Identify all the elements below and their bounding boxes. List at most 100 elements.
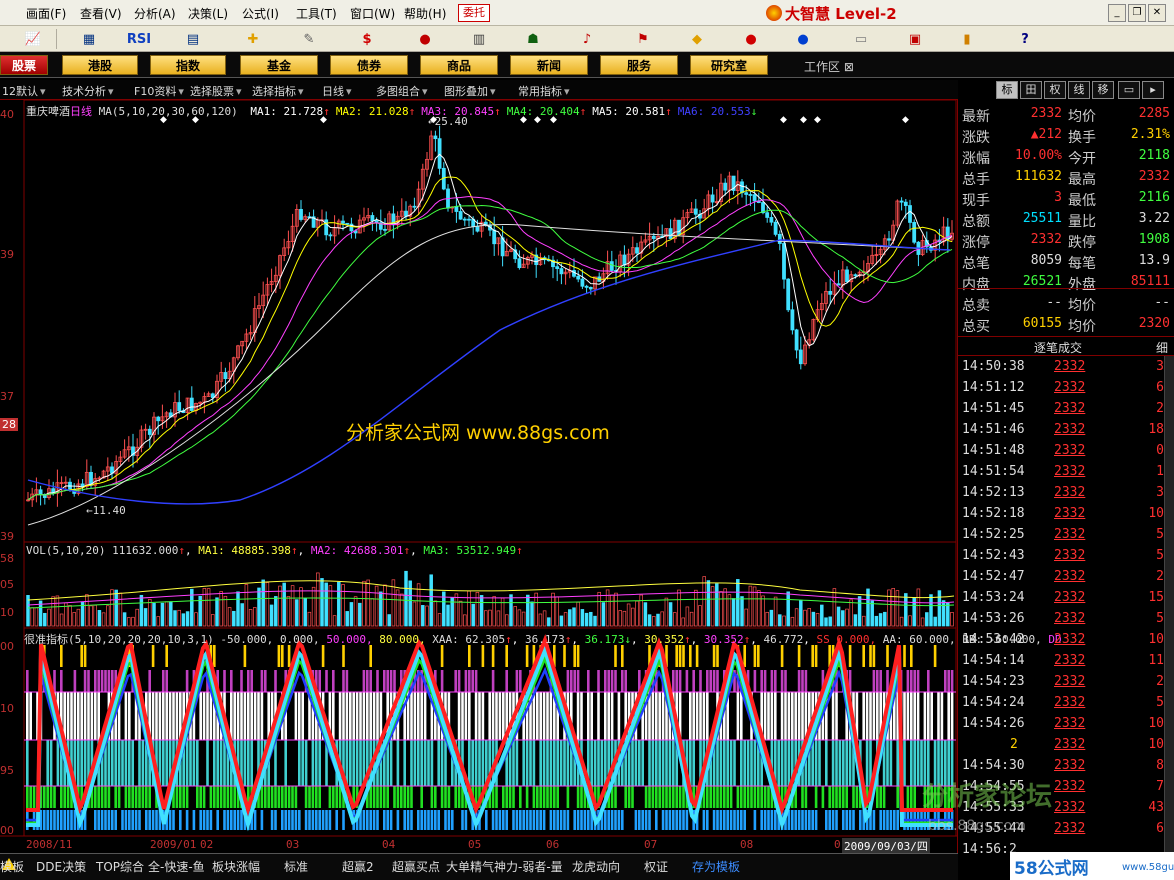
tab-index[interactable]: 指数 [150, 55, 226, 75]
workspace-close-icon[interactable]: ⊠ [844, 60, 854, 74]
indicator-bar [114, 810, 117, 830]
tab-service[interactable]: 服务 [600, 55, 678, 75]
tab-sector-gain[interactable]: 板块涨幅 [212, 858, 260, 875]
tab-news[interactable]: 新闻 [510, 55, 588, 75]
chart-area[interactable]: ◆ ◆ ◆ ◆ ◆ ◆ ◆ ◆ ◆ ◆ ◆ 重庆啤酒日线 MA(5,10,20,30,60,120)… [0, 100, 1062, 854]
restore-icon[interactable]: ❐ [1128, 4, 1146, 22]
stock-chart[interactable]: ◆ ◆ ◆ ◆ ◆ ◆ ◆ ◆ ◆ ◆ ◆ [0, 100, 957, 853]
screen-icon[interactable]: ▤ [180, 29, 206, 49]
red-ball-icon[interactable]: ● [738, 29, 764, 49]
menu-item-analysis[interactable]: 分析(A) [134, 5, 176, 22]
quote-value: 85111 [1130, 274, 1170, 289]
candle-body [324, 219, 329, 236]
indicator-bar [559, 810, 563, 830]
menu-item-tools[interactable]: 工具(T) [296, 5, 337, 22]
volume-bar [437, 613, 442, 627]
trade-button[interactable]: 委托 [458, 4, 490, 22]
tab-big-order[interactable]: 大单精气神力-弱者-量 [446, 858, 563, 875]
volume-bar [227, 607, 232, 627]
books-icon[interactable]: ▮ [954, 29, 980, 49]
panel-right-icon[interactable]: ▸ [1142, 81, 1164, 99]
menu-item-help[interactable]: 帮助(H) [404, 5, 446, 22]
tab-fund[interactable]: 基金 [240, 55, 318, 75]
volume-bar [181, 613, 186, 627]
indicator-bar [145, 810, 148, 830]
close-icon[interactable]: ✕ [1148, 4, 1166, 22]
tab-grid[interactable]: 田 [1020, 81, 1042, 99]
tick-row: 2 2332 10 [958, 734, 1174, 755]
menu-item-window[interactable]: 窗口(W) [350, 5, 395, 22]
tab-hk-stocks[interactable]: 港股 [62, 55, 138, 75]
signal-marker: ◆ [814, 115, 821, 125]
candle-body [828, 290, 833, 295]
ruler-icon[interactable]: ✎ [296, 29, 322, 49]
tech-analysis-dropdown[interactable]: 技术分析 [62, 83, 114, 99]
menu-item-screen[interactable]: 画面(F) [26, 5, 66, 22]
indicator-bar [151, 645, 155, 667]
quote-label: 最低 [1068, 193, 1096, 209]
tick-detail-button[interactable]: 细 [1156, 339, 1168, 356]
blue-ball-icon[interactable]: ● [790, 29, 816, 49]
f10-dropdown[interactable]: F10资料 [134, 83, 184, 99]
tab-save-template[interactable]: 存为模板 [692, 858, 740, 875]
tab-standard[interactable]: 标准 [284, 858, 308, 875]
volume-bar [479, 595, 484, 627]
period-dropdown[interactable]: 日线 [322, 83, 352, 99]
multi-chart-dropdown[interactable]: 多图组合 [376, 83, 428, 99]
tab-research[interactable]: 研究室 [690, 55, 768, 75]
menu-item-formula[interactable]: 公式(I) [242, 5, 279, 22]
money-button[interactable]: $ [354, 29, 380, 49]
volume-bar [639, 594, 643, 627]
menu-item-view[interactable]: 查看(V) [80, 5, 122, 22]
help-icon[interactable]: ? [1012, 29, 1038, 49]
rsi-button[interactable]: RSI [126, 29, 152, 49]
grid-icon[interactable]: ▥ [466, 29, 492, 49]
window-icon[interactable]: ▣ [902, 29, 928, 49]
panel-toggle-icon[interactable]: ▭ [1118, 81, 1140, 99]
tab-chaoying2[interactable]: 超赢2 [342, 858, 374, 875]
flag-icon[interactable]: ⚑ [630, 29, 656, 49]
folder-icon[interactable]: ▭ [848, 29, 874, 49]
indicator-bar [658, 692, 661, 740]
tab-line[interactable]: 线 [1068, 81, 1090, 99]
select-stock-dropdown[interactable]: 选择股票 [190, 83, 242, 99]
tab-commodity[interactable]: 商品 [420, 55, 498, 75]
tab-dde[interactable]: DDE决策 [36, 858, 86, 875]
indicator-bar [502, 786, 505, 808]
tab-move[interactable]: 移 [1092, 81, 1114, 99]
indicator-bar [468, 740, 471, 786]
minimize-icon[interactable]: _ [1108, 4, 1126, 22]
select-indicator-dropdown[interactable]: 选择指标 [252, 83, 304, 99]
volume-bar [799, 599, 803, 627]
volume-bar [43, 612, 47, 627]
workspace-dropdown[interactable]: 工作区 ⊠ [804, 58, 854, 75]
tab-dragon-tiger[interactable]: 龙虎动向 [572, 858, 620, 875]
tab-fast-fish[interactable]: 全-快速-鱼 [148, 858, 205, 875]
cross-icon[interactable]: ✚ [240, 29, 266, 49]
overlay-dropdown[interactable]: 图形叠加 [444, 83, 496, 99]
tab-rights[interactable]: 权 [1044, 81, 1066, 99]
people-icon[interactable]: ☗ [520, 29, 546, 49]
tab-chaoying-buy[interactable]: 超赢买点 [392, 858, 440, 875]
indicator-bar [757, 786, 760, 808]
layout-default-dropdown[interactable]: 12默认 [2, 83, 46, 99]
tab-quote[interactable]: 标 [996, 81, 1018, 99]
menu-item-decision[interactable]: 决策(L) [188, 5, 228, 22]
indicator-bar [185, 810, 189, 830]
kline-icon[interactable]: ▦ [76, 29, 102, 49]
tab-template[interactable]: 模板 [0, 858, 24, 875]
tab-warrant[interactable]: 权证 [644, 858, 668, 875]
diamond-icon[interactable]: ◆ [684, 29, 710, 49]
tab-stocks[interactable]: 股票 [0, 55, 48, 75]
quote-label: 今开 [1068, 151, 1096, 167]
chart-icon[interactable]: 📈 [20, 29, 46, 49]
indicator-bar [573, 810, 576, 830]
indicator-bar [576, 786, 580, 808]
common-indicator-dropdown[interactable]: 常用指标 [518, 83, 570, 99]
bell-icon[interactable]: ♪ [574, 29, 600, 49]
tab-bond[interactable]: 债券 [330, 55, 408, 75]
tab-top[interactable]: TOP综合 [96, 858, 144, 875]
tick-scrollbar[interactable] [1164, 356, 1174, 856]
traffic-icon[interactable]: ● [412, 29, 438, 49]
volume-bar [576, 601, 580, 627]
